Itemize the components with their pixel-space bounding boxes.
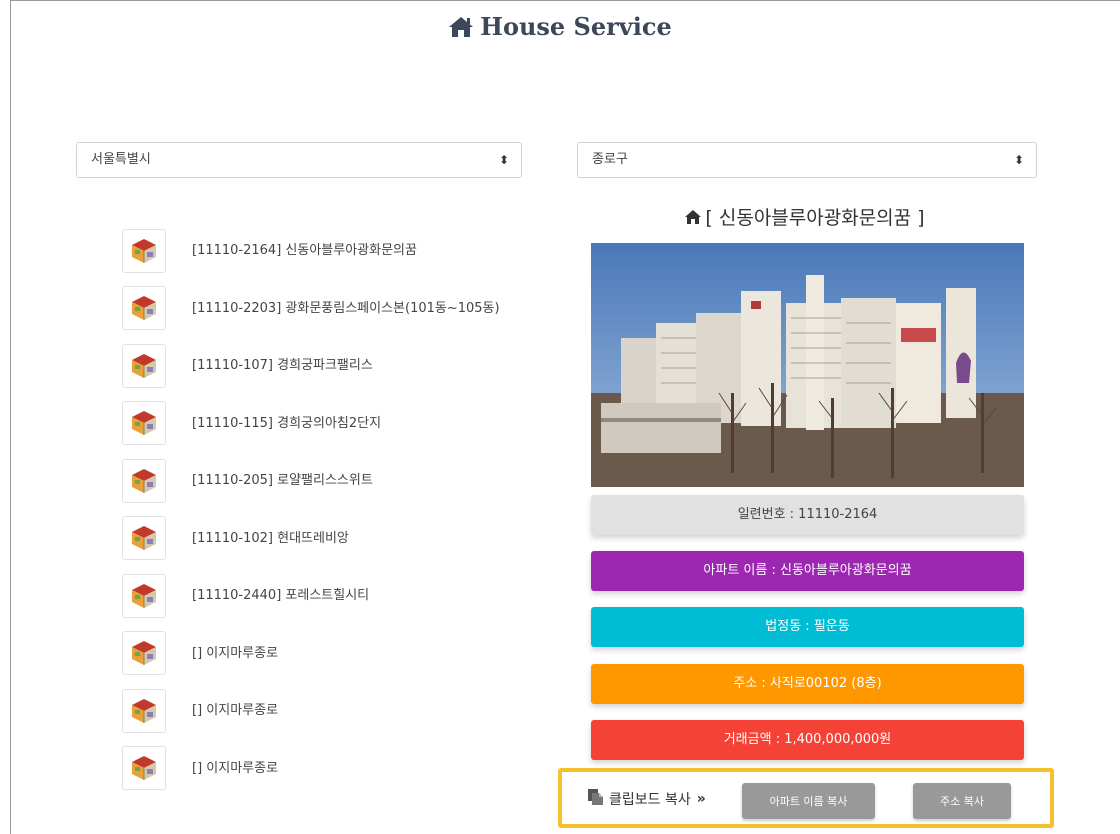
apartment-photo: [591, 243, 1024, 487]
apartment-name-bar: 아파트 이름 : 신동아블루아광화문의꿈: [591, 551, 1024, 591]
apartment-list-item[interactable]: [11110-2440] 포레스트힐시티: [122, 567, 542, 625]
apartment-list-label: [] 이지마루종로: [192, 703, 279, 719]
apartment-list-item[interactable]: [11110-2164] 신동아블루아광화문의꿈: [122, 222, 542, 280]
legal-dong-bar: 법정동 : 필운동: [591, 607, 1024, 647]
apartment-3d-icon: [122, 286, 166, 331]
apartment-list-item[interactable]: [11110-205] 로얄팰리스스위트: [122, 452, 542, 510]
apartment-3d-icon: [122, 631, 166, 676]
apartment-3d-icon: [122, 688, 166, 733]
apartment-list-item[interactable]: [11110-115] 경희궁의아침2단지: [122, 395, 542, 453]
city-select-value: 서울특별시: [91, 152, 151, 167]
apartment-list-label: [] 이지마루종로: [192, 645, 279, 661]
apartment-list-label: [11110-115] 경희궁의아침2단지: [192, 415, 382, 431]
page-title-text: House Service: [480, 12, 672, 41]
home-icon: [448, 15, 474, 44]
clipboard-panel: 클립보드 복사 » 아파트 이름 복사 주소 복사: [558, 768, 1054, 828]
apartment-list-item[interactable]: [11110-107] 경희궁파크팰리스: [122, 337, 542, 395]
apartment-list: [11110-2164] 신동아블루아광화문의꿈 [11110-2203] 광화문…: [122, 222, 542, 797]
apartment-list-label: [11110-107] 경희궁파크팰리스: [192, 358, 373, 374]
apartment-3d-icon: [122, 458, 166, 503]
apartment-list-label: [11110-102] 현대뜨레비앙: [192, 530, 349, 546]
price-bar: 거래금액 : 1,400,000,000원: [591, 720, 1024, 760]
apartment-list-item[interactable]: [] 이지마루종로: [122, 682, 542, 740]
page-title: House Service: [0, 12, 1120, 44]
double-chevron-right-icon: »: [696, 791, 706, 807]
apartment-3d-icon: [122, 228, 166, 273]
district-select-value: 종로구: [592, 152, 628, 167]
select-arrows-icon: ⬍: [1013, 153, 1024, 167]
detail-title-text: [ 신동아블루아광화문의꿈 ]: [705, 207, 925, 229]
apartment-list-item[interactable]: [] 이지마루종로: [122, 625, 542, 683]
copy-address-button[interactable]: 주소 복사: [913, 783, 1011, 819]
apartment-3d-icon: [122, 573, 166, 618]
city-select[interactable]: 서울특별시 ⬍: [76, 142, 522, 178]
apartment-3d-icon: [122, 343, 166, 388]
apartment-list-label: [] 이지마루종로: [192, 760, 279, 776]
apartment-list-label: [11110-2440] 포레스트힐시티: [192, 588, 370, 604]
address-bar: 주소 : 사직로00102 (8층): [591, 664, 1024, 704]
district-select[interactable]: 종로구 ⬍: [577, 142, 1037, 178]
clipboard-label-text: 클립보드 복사: [609, 792, 691, 808]
serial-number-bar: 일련번호 : 11110-2164: [591, 495, 1024, 535]
apartment-list-label: [11110-205] 로얄팰리스스위트: [192, 473, 373, 489]
detail-title: [ 신동아블루아광화문의꿈 ]: [560, 203, 1050, 230]
apartment-list-item[interactable]: [] 이지마루종로: [122, 740, 542, 798]
home-icon: [685, 207, 702, 229]
clipboard-label: 클립보드 복사 »: [588, 789, 706, 809]
apartment-list-label: [11110-2164] 신동아블루아광화문의꿈: [192, 243, 417, 259]
apartment-list-item[interactable]: [11110-2203] 광화문풍림스페이스본(101동~105동): [122, 280, 542, 338]
select-arrows-icon: ⬍: [498, 153, 509, 167]
copy-icon: [588, 789, 603, 809]
apartment-3d-icon: [122, 516, 166, 561]
apartment-list-label: [11110-2203] 광화문풍림스페이스본(101동~105동): [192, 300, 500, 316]
apartment-3d-icon: [122, 746, 166, 791]
apartment-3d-icon: [122, 401, 166, 446]
apartment-list-item[interactable]: [11110-102] 현대뜨레비앙: [122, 510, 542, 568]
copy-apartment-name-button[interactable]: 아파트 이름 복사: [742, 783, 875, 819]
